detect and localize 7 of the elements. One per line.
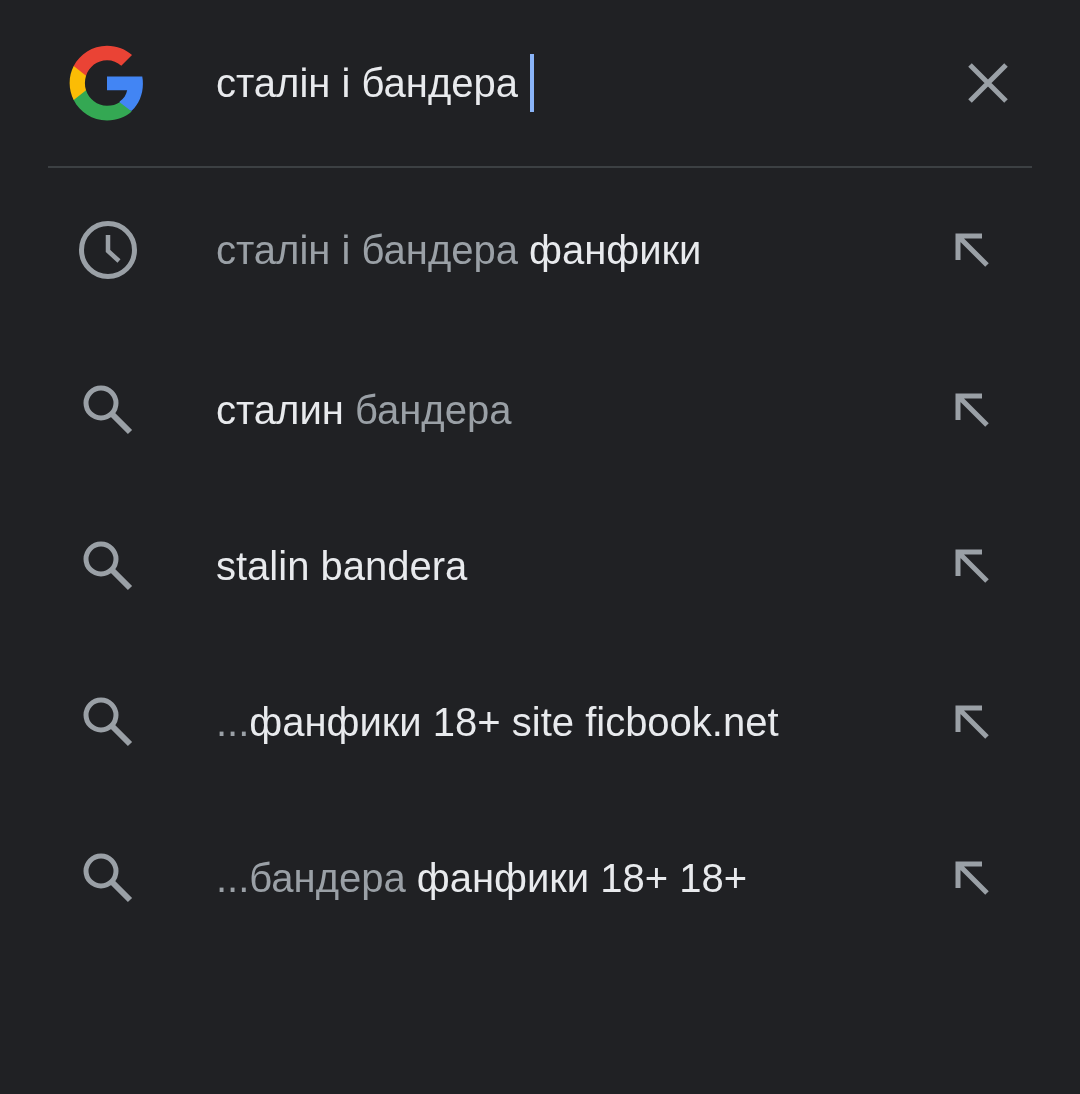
suggestion-text[interactable]: stalin bandera: [216, 543, 952, 589]
suggestion-text[interactable]: ...фанфики 18+ site ficbook.net: [216, 699, 952, 745]
search-field[interactable]: сталін і бандера: [216, 48, 964, 118]
suggestion-text[interactable]: ...бандера фанфики 18+ 18+: [216, 855, 952, 901]
suggestion-text[interactable]: сталин бандера: [216, 387, 952, 433]
suggestion-text[interactable]: сталін і бандера фанфики: [216, 227, 952, 273]
clock-icon: [78, 220, 138, 280]
